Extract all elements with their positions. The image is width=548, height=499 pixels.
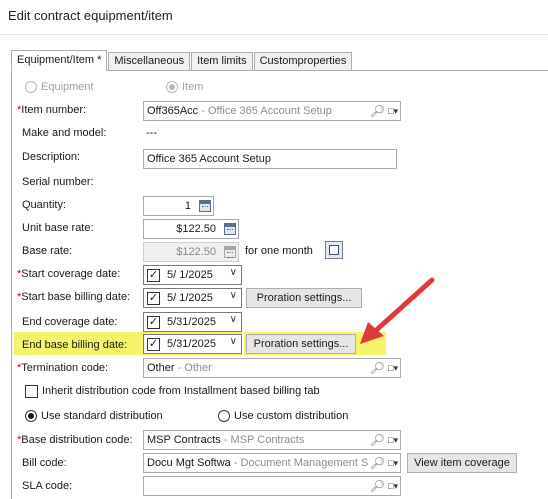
bill-code-field[interactable]: Docu Mgt Softwa - Document Management So… [143, 453, 401, 473]
base-distribution-field[interactable]: MSP Contracts - MSP Contracts 🔎︎ □▾ [143, 430, 401, 450]
tab-custom-properties[interactable]: Customproperties [253, 52, 353, 71]
tab-miscellaneous[interactable]: Miscellaneous [108, 52, 191, 71]
item-number-field[interactable]: Off365Acc - Office 365 Account Setup 🔎︎ … [143, 101, 401, 121]
tab-equipment-item[interactable]: Equipment/Item * [11, 50, 108, 71]
item-radio[interactable] [166, 81, 178, 93]
custom-distribution-label: Use custom distribution [234, 410, 349, 422]
start-coverage-checkbox[interactable]: ✓ [147, 269, 160, 282]
chevron-down-icon[interactable]: ∨ [230, 336, 237, 347]
bill-code-label: Bill code: [22, 457, 67, 469]
base-distribution-label: *Base distribution code: [17, 434, 133, 446]
end-billing-date-picker[interactable]: ✓ 5/31/2025 ∨ [143, 334, 242, 354]
termination-code-label: *Termination code: [17, 362, 109, 374]
end-coverage-checkbox[interactable]: ✓ [147, 316, 160, 329]
start-proration-settings-button[interactable]: Proration settings... [246, 288, 362, 308]
custom-distribution-radio[interactable] [218, 410, 230, 422]
calculator-icon[interactable] [199, 200, 211, 212]
item-number-label: *Item number: [17, 104, 87, 116]
item-radio-label: Item [182, 81, 204, 93]
quantity-label: Quantity: [22, 199, 67, 211]
base-rate-field: $122.50 [143, 242, 239, 262]
lookup-dropdown-icon[interactable]: □▾ [388, 361, 398, 375]
start-billing-label: *Start base billing date: [17, 291, 131, 303]
description-field[interactable]: Office 365 Account Setup [143, 149, 397, 169]
search-icon[interactable]: 🔎︎ [370, 361, 385, 375]
unit-base-rate-label: Unit base rate: [22, 222, 94, 234]
quantity-field[interactable]: 1 [143, 196, 214, 216]
red-arrow-annotation [360, 277, 435, 344]
sla-code-label: SLA code: [22, 480, 73, 492]
sla-code-field[interactable]: 🔎︎ □▾ [143, 476, 401, 496]
search-icon[interactable]: 🔎︎ [370, 456, 385, 470]
start-coverage-date-picker[interactable]: ✓ 5/ 1/2025 ∨ [143, 265, 242, 285]
tab-item-limits[interactable]: Item limits [191, 52, 253, 71]
window-title: Edit contract equipment/item [8, 8, 173, 23]
make-model-value: --- [146, 127, 157, 139]
view-item-coverage-button[interactable]: View item coverage [407, 453, 517, 473]
end-proration-settings-button[interactable]: Proration settings... [246, 334, 356, 354]
lookup-dropdown-icon[interactable]: □▾ [388, 104, 398, 118]
inherit-distribution-label: Inherit distribution code from Installme… [42, 385, 320, 397]
lookup-dropdown-icon[interactable]: □▾ [388, 479, 398, 493]
calculator-icon [224, 246, 236, 258]
calendar-icon [329, 245, 339, 255]
standard-distribution-label: Use standard distribution [41, 410, 163, 422]
equipment-radio-label: Equipment [41, 81, 94, 93]
search-icon[interactable]: 🔎︎ [370, 104, 385, 118]
standard-distribution-radio[interactable] [25, 410, 37, 422]
serial-number-label: Serial number: [22, 176, 94, 188]
chevron-down-icon[interactable]: ∨ [230, 267, 237, 278]
end-coverage-label: End coverage date: [22, 316, 118, 328]
rate-calendar-button[interactable] [325, 241, 343, 259]
unit-base-rate-field[interactable]: $122.50 [143, 219, 239, 239]
start-billing-date-picker[interactable]: ✓ 5/ 1/2025 ∨ [143, 288, 242, 308]
calculator-icon[interactable] [224, 223, 236, 235]
search-icon[interactable]: 🔎︎ [370, 479, 385, 493]
search-icon[interactable]: 🔎︎ [370, 433, 385, 447]
title-divider [0, 34, 548, 35]
tab-bar: Equipment/Item * Miscellaneous Item limi… [11, 50, 353, 71]
equipment-radio[interactable] [25, 81, 37, 93]
start-billing-checkbox[interactable]: ✓ [147, 292, 160, 305]
lookup-dropdown-icon[interactable]: □▾ [388, 456, 398, 470]
end-coverage-date-picker[interactable]: ✓ 5/31/2025 ∨ [143, 312, 242, 332]
end-billing-label: End base billing date: [22, 339, 128, 351]
inherit-distribution-checkbox[interactable] [25, 385, 38, 398]
end-billing-checkbox[interactable]: ✓ [147, 338, 160, 351]
description-label: Description: [22, 151, 81, 163]
termination-code-field[interactable]: Other - Other 🔎︎ □▾ [143, 358, 401, 378]
base-rate-label: Base rate: [22, 245, 73, 257]
chevron-down-icon[interactable]: ∨ [230, 290, 237, 301]
start-coverage-label: *Start coverage date: [17, 268, 121, 280]
chevron-down-icon[interactable]: ∨ [230, 314, 237, 325]
lookup-dropdown-icon[interactable]: □▾ [388, 433, 398, 447]
base-rate-period: for one month [245, 245, 313, 257]
make-model-label: Make and model: [22, 127, 107, 139]
